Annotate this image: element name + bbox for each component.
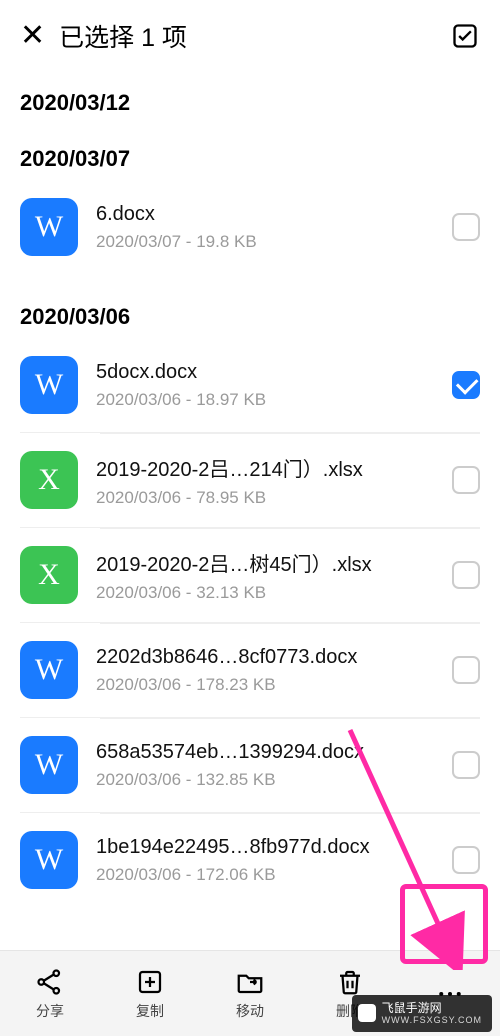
file-row[interactable]: X 2019-2020-2吕…214门）.xlsx 2020/03/06 - 78.…	[20, 432, 480, 527]
file-subtitle: 2020/03/06 - 18.97 KB	[96, 390, 440, 410]
file-meta: 658a53574eb…1399294.docx 2020/03/06 - 132…	[96, 741, 440, 790]
file-subtitle: 2020/03/06 - 132.85 KB	[96, 770, 440, 790]
file-name: 658a53574eb…1399294.docx	[96, 741, 440, 764]
page-title: 已选择 1 项	[59, 18, 450, 54]
close-icon[interactable]: ✕	[20, 21, 45, 51]
file-name: 2019-2020-2吕…树45门）.xlsx	[96, 548, 440, 577]
file-subtitle: 2020/03/06 - 172.06 KB	[96, 865, 440, 885]
file-meta: 2019-2020-2吕…214门）.xlsx 2020/03/06 - 78.9…	[96, 453, 440, 508]
file-meta: 2019-2020-2吕…树45门）.xlsx 2020/03/06 - 32.1…	[96, 548, 440, 603]
move-label: 移动	[236, 1001, 264, 1021]
word-file-icon: W	[20, 641, 78, 699]
excel-file-icon: X	[20, 451, 78, 509]
file-row[interactable]: W 5docx.docx 2020/03/06 - 18.97 KB	[20, 338, 480, 432]
share-button[interactable]: 分享	[0, 951, 100, 1036]
date-header: 2020/03/06	[20, 304, 480, 330]
excel-file-icon: X	[20, 546, 78, 604]
file-name: 5docx.docx	[96, 361, 440, 384]
word-file-icon: W	[20, 198, 78, 256]
file-checkbox[interactable]	[452, 846, 480, 874]
watermark-text: 飞鼠手游网	[382, 1001, 482, 1015]
date-header: 2020/03/07	[20, 146, 480, 172]
file-row[interactable]: W 6.docx 2020/03/07 - 19.8 KB	[20, 180, 480, 274]
file-name: 2019-2020-2吕…214门）.xlsx	[96, 453, 440, 482]
select-all-button[interactable]	[450, 21, 480, 51]
watermark-url: WWW.FSXGSY.COM	[382, 1015, 482, 1026]
date-header: 2020/03/12	[20, 90, 480, 116]
file-name: 6.docx	[96, 203, 440, 226]
file-subtitle: 2020/03/07 - 19.8 KB	[96, 232, 440, 252]
watermark: 飞鼠手游网 WWW.FSXGSY.COM	[352, 995, 492, 1032]
word-file-icon: W	[20, 736, 78, 794]
word-file-icon: W	[20, 831, 78, 889]
file-row[interactable]: W 2202d3b8646…8cf0773.docx 2020/03/06 - 17…	[20, 622, 480, 717]
file-checkbox[interactable]	[452, 561, 480, 589]
watermark-logo-icon	[358, 1004, 376, 1022]
file-meta: 2202d3b8646…8cf0773.docx 2020/03/06 - 178…	[96, 646, 440, 695]
file-name: 2202d3b8646…8cf0773.docx	[96, 646, 440, 669]
file-row[interactable]: W 658a53574eb…1399294.docx 2020/03/06 - 13…	[20, 717, 480, 812]
file-meta: 1be194e22495…8fb977d.docx 2020/03/06 - 17…	[96, 836, 440, 885]
file-meta: 6.docx 2020/03/07 - 19.8 KB	[96, 203, 440, 252]
file-checkbox[interactable]	[452, 213, 480, 241]
file-meta: 5docx.docx 2020/03/06 - 18.97 KB	[96, 361, 440, 410]
copy-button[interactable]: 复制	[100, 951, 200, 1036]
file-checkbox[interactable]	[452, 371, 480, 399]
word-file-icon: W	[20, 356, 78, 414]
file-checkbox[interactable]	[452, 466, 480, 494]
file-name: 1be194e22495…8fb977d.docx	[96, 836, 440, 859]
file-checkbox[interactable]	[452, 751, 480, 779]
move-button[interactable]: 移动	[200, 951, 300, 1036]
file-subtitle: 2020/03/06 - 32.13 KB	[96, 583, 440, 603]
file-subtitle: 2020/03/06 - 78.95 KB	[96, 488, 440, 508]
copy-label: 复制	[136, 1001, 164, 1021]
file-row[interactable]: W 1be194e22495…8fb977d.docx 2020/03/06 - 1…	[20, 812, 480, 907]
share-label: 分享	[36, 1001, 64, 1021]
file-checkbox[interactable]	[452, 656, 480, 684]
file-row[interactable]: X 2019-2020-2吕…树45门）.xlsx 2020/03/06 - 32.…	[20, 527, 480, 622]
file-subtitle: 2020/03/06 - 178.23 KB	[96, 675, 440, 695]
